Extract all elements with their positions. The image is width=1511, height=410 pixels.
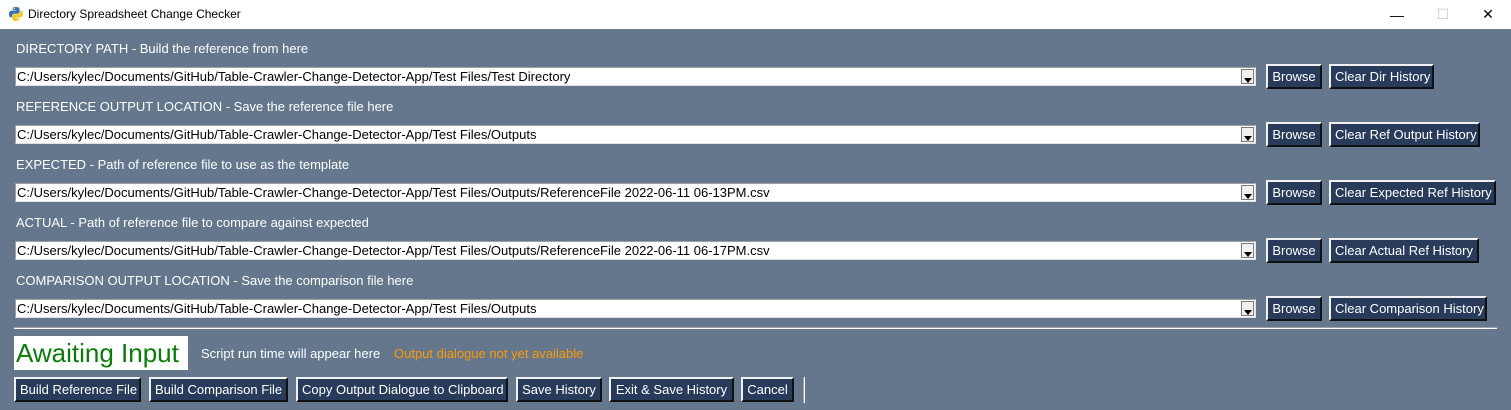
chevron-down-icon[interactable]: [1241, 185, 1254, 200]
directory-path-value[interactable]: C:/Users/kylec/Documents/GitHub/Table-Cr…: [17, 69, 1237, 84]
expected-combo[interactable]: C:/Users/kylec/Documents/GitHub/Table-Cr…: [15, 183, 1256, 202]
close-icon: ✕: [1482, 6, 1494, 22]
clear-expected-ref-history-button[interactable]: Clear Expected Ref History: [1329, 180, 1496, 205]
minimize-button[interactable]: —: [1374, 0, 1420, 29]
chevron-down-icon[interactable]: [1241, 243, 1254, 258]
browse-directory-button[interactable]: Browse: [1266, 64, 1322, 89]
clear-actual-ref-history-button[interactable]: Clear Actual Ref History: [1329, 238, 1479, 263]
python-icon: [9, 7, 23, 21]
chevron-down-icon[interactable]: [1241, 301, 1254, 316]
close-button[interactable]: ✕: [1465, 0, 1511, 29]
actual-combo[interactable]: C:/Users/kylec/Documents/GitHub/Table-Cr…: [15, 241, 1256, 260]
run-time-text: Script run time will appear here: [201, 346, 381, 361]
browse-comparison-output-button[interactable]: Browse: [1266, 296, 1322, 321]
window-title: Directory Spreadsheet Change Checker: [28, 7, 241, 21]
reference-output-combo[interactable]: C:/Users/kylec/Documents/GitHub/Table-Cr…: [15, 125, 1256, 144]
browse-expected-button[interactable]: Browse: [1266, 180, 1322, 205]
expected-value[interactable]: C:/Users/kylec/Documents/GitHub/Table-Cr…: [17, 185, 1237, 200]
exit-save-history-button[interactable]: Exit & Save History: [609, 377, 734, 402]
maximize-button[interactable]: ☐: [1420, 0, 1466, 29]
directory-path-label: DIRECTORY PATH - Build the reference fro…: [16, 41, 309, 56]
clear-dir-history-button[interactable]: Clear Dir History: [1329, 64, 1434, 89]
maximize-icon: ☐: [1436, 6, 1450, 22]
reference-output-label: REFERENCE OUTPUT LOCATION - Save the ref…: [16, 99, 394, 114]
output-dialogue-status: Output dialogue not yet available: [394, 346, 584, 361]
browse-actual-button[interactable]: Browse: [1266, 238, 1322, 263]
browse-reference-output-button[interactable]: Browse: [1266, 122, 1322, 147]
comparison-output-label: COMPARISON OUTPUT LOCATION - Save the co…: [16, 273, 414, 288]
comparison-output-value[interactable]: C:/Users/kylec/Documents/GitHub/Table-Cr…: [17, 301, 1237, 316]
vertical-separator: [803, 377, 805, 403]
comparison-output-combo[interactable]: C:/Users/kylec/Documents/GitHub/Table-Cr…: [15, 299, 1256, 318]
build-reference-file-button[interactable]: Build Reference File: [14, 377, 141, 402]
minimize-icon: —: [1390, 6, 1404, 23]
chevron-down-icon[interactable]: [1241, 127, 1254, 142]
build-comparison-file-button[interactable]: Build Comparison File: [149, 377, 288, 402]
clear-ref-output-history-button[interactable]: Clear Ref Output History: [1329, 122, 1480, 147]
actual-label: ACTUAL - Path of reference file to compa…: [16, 215, 369, 230]
chevron-down-icon[interactable]: [1241, 69, 1254, 84]
reference-output-value[interactable]: C:/Users/kylec/Documents/GitHub/Table-Cr…: [17, 127, 1237, 142]
copy-output-dialogue-button[interactable]: Copy Output Dialogue to Clipboard: [296, 377, 508, 402]
clear-comparison-history-button[interactable]: Clear Comparison History: [1329, 296, 1487, 321]
horizontal-separator: [14, 327, 1497, 329]
save-history-button[interactable]: Save History: [516, 377, 602, 402]
title-bar: Directory Spreadsheet Change Checker — ☐…: [0, 0, 1511, 29]
directory-path-combo[interactable]: C:/Users/kylec/Documents/GitHub/Table-Cr…: [15, 67, 1256, 86]
cancel-button[interactable]: Cancel: [741, 377, 794, 402]
status-indicator: Awaiting Input: [14, 336, 188, 370]
actual-value[interactable]: C:/Users/kylec/Documents/GitHub/Table-Cr…: [17, 243, 1237, 258]
expected-label: EXPECTED - Path of reference file to use…: [16, 157, 350, 172]
